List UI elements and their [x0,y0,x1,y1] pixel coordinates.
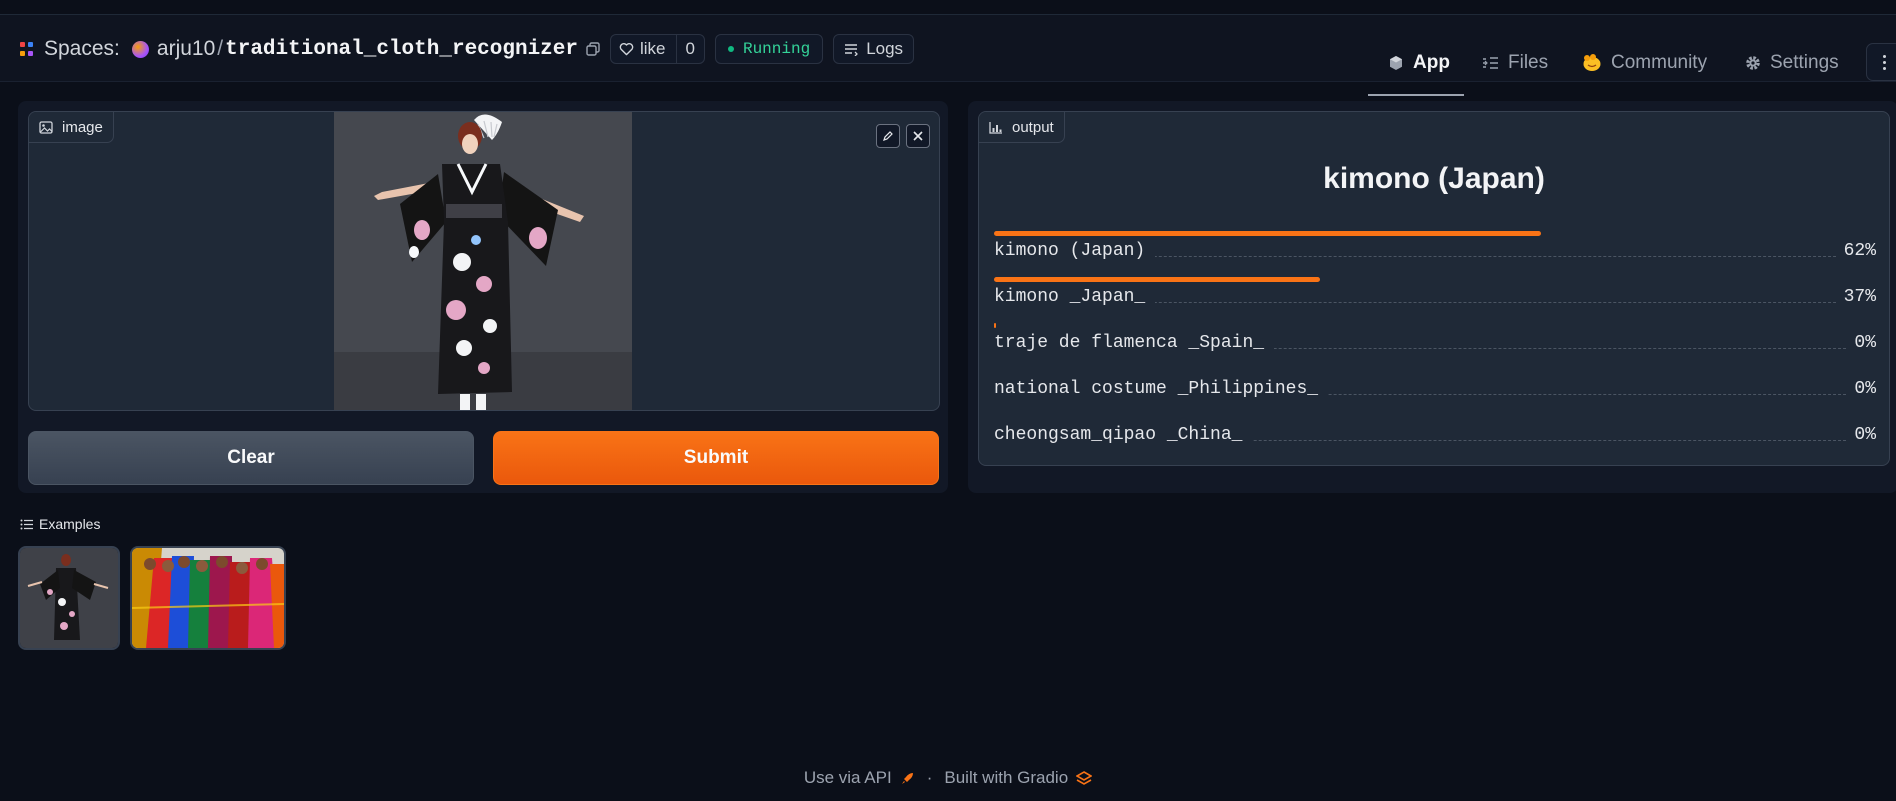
tab-community[interactable]: Community [1582,30,1707,96]
confidence-label: kimono _Japan_ [994,287,1156,307]
confidence-label: national costume _Philippines_ [994,379,1329,399]
confidence-value: 0% [1846,333,1876,353]
confidence-row[interactable]: traje de flamenca _Spain_ 0% [994,323,1876,369]
more-menu-button[interactable] [1866,43,1896,81]
confidence-label: traje de flamenca _Spain_ [994,333,1275,353]
confidence-row[interactable]: cheongsam_qipao _China_ 0% [994,415,1876,461]
repo-name-link[interactable]: traditional_cloth_recognizer [225,38,578,61]
examples-label: Examples [39,516,101,532]
logs-icon [844,43,859,56]
input-panel: image Clear Submit [18,101,948,493]
use-via-api-link[interactable]: Use via API [804,768,892,788]
tab-files-label: Files [1508,52,1549,73]
owner-link[interactable]: arju10 [157,37,215,61]
gradio-logo-icon [1076,770,1093,786]
confidence-bar [994,323,996,328]
confidence-value: 0% [1846,379,1876,399]
like-count: 0 [675,35,704,63]
status-text: Running [742,40,811,58]
like-label: like [639,39,666,58]
predicted-label: kimono (Japan) [1323,162,1545,195]
tab-app[interactable]: App [1388,30,1450,96]
tab-settings-label: Settings [1770,52,1839,73]
example-thumbnail-sarees[interactable] [130,546,286,650]
community-icon [1582,54,1602,72]
confidence-value: 62% [1835,241,1876,261]
confidence-row[interactable]: kimono _Japan_ 37% [994,277,1876,323]
tab-settings[interactable]: Settings [1745,30,1839,96]
files-icon [1482,56,1499,70]
remove-image-button[interactable] [906,124,930,148]
example-thumbnail-kimono[interactable] [18,546,120,650]
spaces-logo-icon [20,42,34,56]
confidence-value: 0% [1846,425,1876,445]
logs-label: Logs [866,39,904,58]
confidence-row[interactable]: national costume _Philippines_ 0% [994,369,1876,415]
pencil-icon [882,130,894,142]
examples-heading: Examples [20,516,100,532]
close-icon [912,130,924,142]
confidence-bar [994,277,1321,282]
cube-icon [1388,55,1404,71]
confidence-row[interactable]: kimono (Japan) 62% [994,231,1876,277]
heart-icon [619,42,634,56]
top-border [0,0,1896,15]
submit-button[interactable]: Submit [493,431,939,485]
confidence-label: kimono (Japan) [994,241,1156,261]
bar-chart-icon [989,121,1003,134]
active-tab-indicator [1368,94,1464,96]
output-panel: output kimono (Japan) kimono (Japan) 62%… [968,101,1896,493]
tab-app-label: App [1413,52,1450,73]
status-badge: Running [714,34,824,64]
space-title-bar: Spaces: arju10 / traditional_cloth_recog… [20,34,924,64]
confidence-bar [994,231,1541,236]
image-icon [39,120,53,134]
footer-separator: · [926,768,933,787]
tab-community-label: Community [1611,52,1708,73]
copy-icon[interactable] [586,42,600,56]
status-dot-icon [727,46,734,52]
spaces-link[interactable]: Spaces: [44,37,120,61]
uploaded-kimono-photo [334,112,632,410]
edit-image-button[interactable] [876,124,900,148]
owner-avatar[interactable] [131,40,149,58]
image-block-label: image [29,112,114,143]
like-button[interactable]: like 0 [609,34,705,64]
confidence-label: cheongsam_qipao _China_ [994,425,1253,445]
logs-button[interactable]: Logs [833,34,915,64]
footer: Use via API · Built with Gradio [0,768,1896,788]
rocket-icon [900,771,915,786]
built-with-gradio-link[interactable]: Built with Gradio [944,768,1068,788]
output-block-label: output [979,112,1065,143]
image-label-text: image [62,118,103,136]
label-output: output kimono (Japan) kimono (Japan) 62%… [978,111,1890,466]
path-separator: / [217,37,224,60]
list-icon [20,519,33,530]
tab-files[interactable]: Files [1482,30,1548,96]
output-label-text: output [1012,118,1054,136]
confidence-value: 37% [1835,287,1876,307]
clear-button[interactable]: Clear [28,431,474,485]
gear-icon [1745,55,1761,71]
image-input[interactable]: image [28,111,940,411]
space-header: Spaces: arju10 / traditional_cloth_recog… [0,15,1896,96]
